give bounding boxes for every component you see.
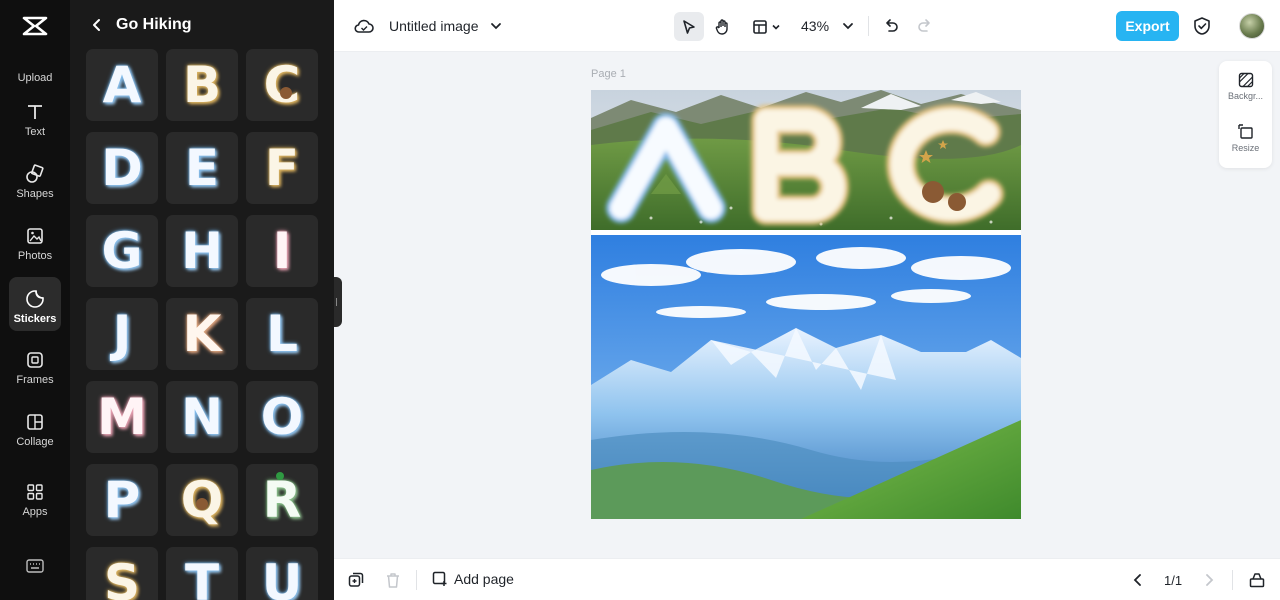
- rail-item-text[interactable]: Text: [9, 90, 61, 144]
- layout-menu-button[interactable]: [747, 12, 785, 41]
- document-title[interactable]: Untitled image: [389, 18, 479, 34]
- sticker-tile-b[interactable]: B: [166, 49, 238, 121]
- chevron-down-icon[interactable]: [490, 20, 502, 32]
- next-page-icon[interactable]: [1204, 574, 1214, 586]
- canvas-page[interactable]: [591, 90, 1021, 519]
- sticker-tile-j[interactable]: J: [86, 298, 158, 370]
- photos-icon: [25, 226, 45, 246]
- rail-item-label: Stickers: [13, 313, 57, 325]
- rail-item-label: Text: [24, 126, 46, 138]
- rail-item-frames[interactable]: Frames: [9, 338, 61, 392]
- resize-tool-button[interactable]: Resize: [1219, 124, 1272, 153]
- rail-item-label: Frames: [16, 374, 54, 386]
- background-tool-button[interactable]: Backgr...: [1219, 72, 1272, 101]
- keyboard-shortcuts-icon[interactable]: [26, 559, 44, 573]
- capcut-logo-icon[interactable]: [21, 14, 49, 38]
- resize-icon: [1237, 124, 1253, 139]
- sticker-tile-q[interactable]: Q: [166, 464, 238, 536]
- text-icon: [25, 102, 45, 122]
- rail-item-label: Collage: [16, 436, 54, 448]
- resize-tool-label: Resize: [1231, 143, 1260, 153]
- sticker-tile-n[interactable]: N: [166, 381, 238, 453]
- add-page-icon: [432, 571, 447, 586]
- back-arrow-icon[interactable]: [90, 18, 104, 32]
- rail-item-stickers[interactable]: Stickers: [9, 277, 61, 331]
- rail-item-label: Upload: [17, 72, 53, 84]
- apps-icon: [25, 482, 45, 502]
- pan-tool-button[interactable]: [709, 12, 737, 41]
- sticker-tile-m[interactable]: M: [86, 381, 158, 453]
- background-tool-label: Backgr...: [1227, 91, 1263, 101]
- zoom-chevron-down-icon[interactable]: [842, 20, 854, 32]
- background-icon: [1238, 72, 1253, 88]
- hand-icon: [715, 18, 728, 35]
- undo-icon[interactable]: [883, 17, 899, 33]
- panel-header: Go Hiking: [70, 0, 334, 50]
- trash-icon[interactable]: [386, 572, 400, 588]
- canvas-artwork: [591, 90, 1021, 519]
- sticker-tile-g[interactable]: G: [86, 215, 158, 287]
- sticker-tile-u[interactable]: U: [246, 547, 318, 600]
- bear-decoration-icon: [196, 498, 208, 510]
- page-counter: 1/1: [1164, 573, 1183, 588]
- frames-icon: [25, 350, 45, 370]
- shapes-icon: [25, 164, 45, 184]
- sticker-tile-e[interactable]: E: [166, 132, 238, 204]
- top-toolbar: Untitled image 43% Export: [334, 0, 1280, 52]
- sticker-tile-p[interactable]: P: [86, 464, 158, 536]
- duplicate-page-icon[interactable]: [348, 572, 364, 588]
- shield-icon[interactable]: [1193, 16, 1211, 36]
- select-tool-button[interactable]: [674, 12, 704, 41]
- sticker-tile-l[interactable]: L: [246, 298, 318, 370]
- add-page-label: Add page: [454, 571, 514, 587]
- sticker-panel: Go Hiking A B C D E F G H I J K L M N O …: [70, 0, 334, 600]
- cloud-sync-icon[interactable]: [354, 17, 374, 35]
- cursor-arrow-icon: [683, 19, 695, 34]
- sticker-tile-h[interactable]: H: [166, 215, 238, 287]
- export-button[interactable]: Export: [1116, 11, 1179, 41]
- page-manager-icon[interactable]: [1249, 572, 1265, 588]
- chevron-down-icon: [771, 24, 780, 30]
- sticker-tile-k[interactable]: K: [166, 298, 238, 370]
- sticker-tile-f[interactable]: F: [246, 132, 318, 204]
- prev-page-icon[interactable]: [1133, 574, 1143, 586]
- collage-icon: [25, 412, 45, 432]
- sticker-tile-c[interactable]: C: [246, 49, 318, 121]
- sticker-tile-o[interactable]: O: [246, 381, 318, 453]
- rail-item-label: Photos: [17, 250, 53, 262]
- rail-item-photos[interactable]: Photos: [9, 214, 61, 268]
- sticker-grid: A B C D E F G H I J K L M N O P Q R S T …: [86, 49, 322, 600]
- side-tools-panel: Backgr... Resize: [1219, 61, 1272, 168]
- user-avatar[interactable]: [1239, 13, 1265, 39]
- rail-item-upload[interactable]: Upload: [9, 36, 61, 90]
- leaf-decoration-icon: [276, 472, 284, 480]
- left-rail: Upload Text Shapes Photos Stickers Frame…: [0, 0, 70, 600]
- zoom-level[interactable]: 43%: [801, 18, 829, 34]
- layout-icon: [752, 19, 767, 34]
- add-page-button[interactable]: Add page: [432, 571, 514, 587]
- rail-item-label: Shapes: [16, 188, 54, 200]
- rail-item-collage[interactable]: Collage: [9, 400, 61, 454]
- panel-collapse-handle[interactable]: [334, 277, 342, 327]
- rail-item-shapes[interactable]: Shapes: [9, 152, 61, 206]
- sticker-tile-t[interactable]: T: [166, 547, 238, 600]
- bottom-toolbar: Add page 1/1: [334, 558, 1280, 600]
- toolbar-divider: [868, 16, 869, 36]
- sticker-tile-a[interactable]: A: [86, 49, 158, 121]
- sticker-tile-i[interactable]: I: [246, 215, 318, 287]
- redo-icon[interactable]: [917, 17, 933, 33]
- panel-title: Go Hiking: [116, 16, 192, 33]
- stickers-icon: [25, 289, 45, 309]
- rail-item-label: Apps: [22, 506, 48, 518]
- sticker-tile-d[interactable]: D: [86, 132, 158, 204]
- sticker-tile-r[interactable]: R: [246, 464, 318, 536]
- toolbar-divider: [416, 570, 417, 590]
- page-label: Page 1: [591, 68, 626, 80]
- rail-item-apps[interactable]: Apps: [9, 470, 61, 524]
- sticker-tile-s[interactable]: S: [86, 547, 158, 600]
- toolbar-divider: [1232, 570, 1233, 590]
- bear-decoration-icon: [280, 87, 292, 99]
